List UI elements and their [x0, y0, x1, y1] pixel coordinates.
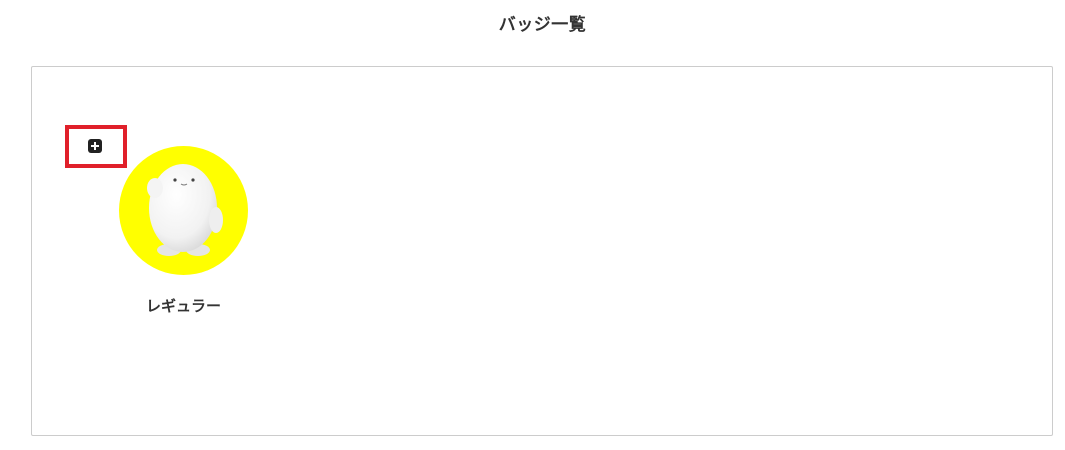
page-title: バッジ一覧: [498, 15, 587, 35]
plus-square-icon: [91, 142, 99, 150]
badge-label: レギュラー: [145, 297, 221, 315]
white-mascot-icon: [147, 164, 223, 256]
add-badge-button[interactable]: [88, 139, 102, 153]
badge-image: [119, 146, 248, 275]
badge-card[interactable]: レギュラー: [111, 146, 256, 316]
